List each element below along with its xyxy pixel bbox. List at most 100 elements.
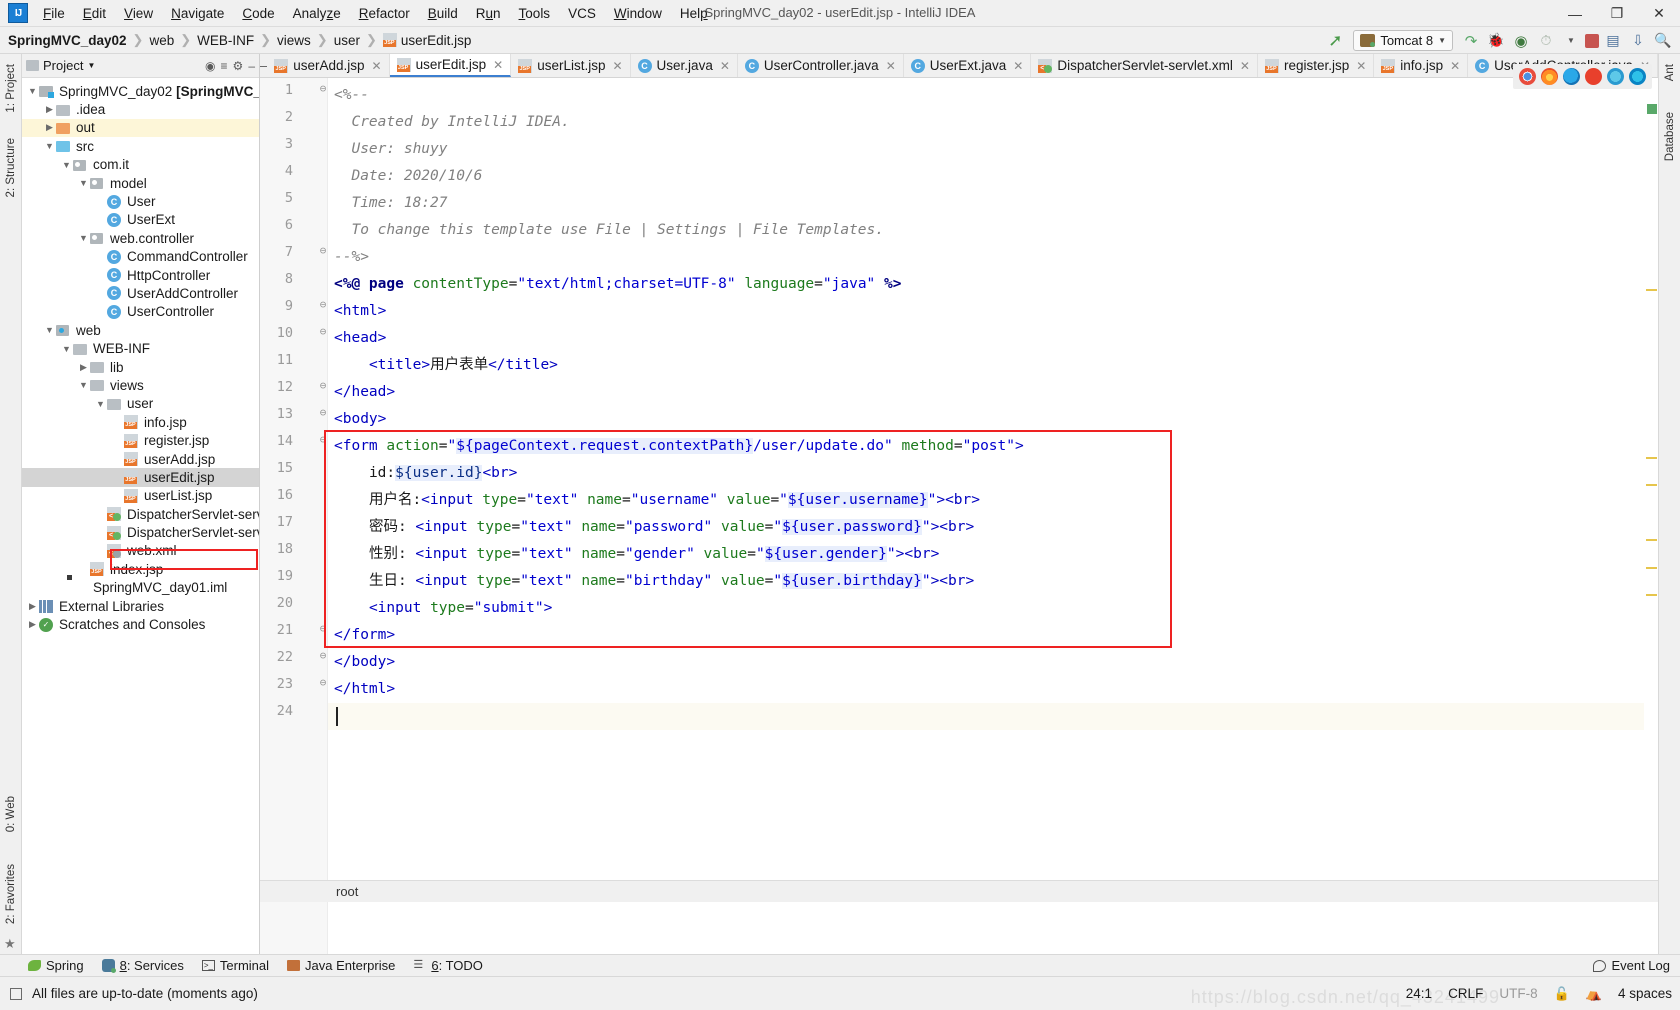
close-button[interactable]: ✕ (1638, 0, 1680, 27)
menu-file[interactable]: File (34, 3, 74, 24)
firefox-icon[interactable] (1541, 68, 1558, 85)
ie-icon[interactable] (1607, 68, 1624, 85)
tree-node-src[interactable]: ▼ src (22, 137, 259, 155)
chevron-down-icon[interactable]: ▼ (60, 344, 73, 354)
editor-tab-info-jsp[interactable]: info.jsp ✕ (1374, 54, 1469, 77)
tree-node-dispatcherservlet-servlet-xm[interactable]: DispatcherServlet-servlet.xm (22, 505, 259, 523)
indent-setting[interactable]: 4 spaces (1618, 986, 1672, 1001)
tool-button-spring[interactable]: Spring (28, 958, 84, 973)
close-icon[interactable]: ✕ (372, 59, 382, 73)
inspections-ok-icon[interactable] (1647, 104, 1657, 114)
editor-tab-userlist-jsp[interactable]: userList.jsp ✕ (511, 54, 631, 77)
tree-node-httpcontroller[interactable]: C HttpController (22, 266, 259, 284)
editor-tab-dispatcherservlet-servlet-xml[interactable]: DispatcherServlet-servlet.xml ✕ (1031, 54, 1258, 77)
run-icon[interactable]: ↷ (1460, 30, 1482, 52)
file-encoding[interactable]: UTF-8 (1499, 986, 1537, 1001)
chevron-down-icon[interactable]: ▼ (26, 86, 39, 96)
tree-node-external-libraries[interactable]: ▶ External Libraries (22, 597, 259, 615)
editor-code-content[interactable]: <%-- Created by IntelliJ IDEA. User: shu… (328, 78, 1658, 956)
code-line[interactable]: Created by IntelliJ IDEA. (334, 109, 569, 136)
tree-node-idea[interactable]: ▶ .idea (22, 100, 259, 118)
menu-tools[interactable]: Tools (510, 3, 560, 24)
gear-icon[interactable]: ⚙ (233, 59, 244, 73)
tree-node-usercontroller[interactable]: C UserController (22, 303, 259, 321)
maximize-button[interactable]: ❐ (1596, 0, 1638, 27)
editor-tab-user-java[interactable]: C User.java ✕ (630, 54, 738, 77)
editor-tab-register-jsp[interactable]: register.jsp ✕ (1257, 54, 1375, 77)
breadcrumb-file[interactable]: userEdit.jsp (382, 33, 471, 48)
tree-node-lib[interactable]: ▶ lib (22, 358, 259, 376)
menu-analyze[interactable]: Analyze (284, 3, 350, 24)
tree-node-web[interactable]: ▼ web (22, 321, 259, 339)
close-icon[interactable]: ✕ (1356, 59, 1366, 73)
tree-node-dispatcherservlet-servlet1-xr[interactable]: DispatcherServlet-servlet1.xr (22, 523, 259, 541)
code-line[interactable]: <title>用户表单</title> (334, 352, 558, 379)
build-icon[interactable]: ➚ (1324, 30, 1346, 52)
tree-node-com-it[interactable]: ▼ com.it (22, 156, 259, 174)
chevron-down-icon[interactable]: ▼ (77, 178, 90, 188)
chevron-down-icon[interactable]: ▼ (94, 399, 107, 409)
close-icon[interactable]: ✕ (1013, 59, 1023, 73)
chevron-down-icon[interactable]: ▼ (60, 160, 73, 170)
menu-navigate[interactable]: Navigate (162, 3, 233, 24)
caret-position[interactable]: 24:1 (1406, 986, 1432, 1001)
tree-node-scratches-and-consoles[interactable]: ▶ ✓ Scratches and Consoles (22, 615, 259, 633)
close-icon[interactable]: ✕ (493, 58, 503, 72)
tree-node-model[interactable]: ▼ model (22, 174, 259, 192)
tool-button-web[interactable]: 0: Web (3, 790, 19, 838)
code-line[interactable]: </head> (334, 379, 395, 406)
chevron-right-icon[interactable]: ▶ (26, 601, 39, 612)
code-line[interactable]: 性别: <input type="text" name="gender" val… (334, 541, 939, 568)
update-icon[interactable]: ⇩ (1627, 30, 1649, 52)
lock-icon[interactable]: 🔓 (1554, 986, 1570, 1002)
breadcrumb-views[interactable]: views (277, 33, 311, 48)
tree-node-user[interactable]: ▼ user (22, 395, 259, 413)
editor-tab-useredit-jsp[interactable]: userEdit.jsp ✕ (389, 54, 512, 77)
project-tree[interactable]: ▼SpringMVC_day02 [SpringMVC_day0▶.idea▶o… (22, 78, 259, 931)
edge-icon[interactable] (1629, 68, 1646, 85)
code-line[interactable]: </html> (334, 676, 395, 703)
chevron-right-icon[interactable]: ▶ (43, 104, 56, 115)
code-fold-icon[interactable]: ⊖ (318, 325, 328, 338)
chevron-right-icon[interactable]: ▶ (43, 122, 56, 133)
menu-view[interactable]: View (115, 3, 162, 24)
tree-node-springmvc-day02-springmvc-day0[interactable]: ▼ SpringMVC_day02 [SpringMVC_day0 (22, 82, 259, 100)
layout-icon[interactable]: ▤ (1602, 30, 1624, 52)
menu-help[interactable]: Help (671, 3, 717, 24)
hector-icon[interactable]: ⛺ (1586, 986, 1602, 1002)
code-line[interactable]: <html> (334, 298, 386, 325)
code-line[interactable]: --%> (334, 244, 369, 271)
collapse-all-icon[interactable]: ≡ (221, 59, 228, 73)
code-line[interactable]: id:${user.id}<br> (334, 460, 517, 487)
opera-icon[interactable] (1585, 68, 1602, 85)
close-icon[interactable]: ✕ (720, 59, 730, 73)
chevron-down-icon[interactable]: ▼ (77, 380, 90, 390)
code-line[interactable]: </form> (334, 622, 395, 649)
menu-edit[interactable]: Edit (74, 3, 115, 24)
hide-icon[interactable]: – (248, 59, 255, 73)
tool-button-structure[interactable]: 2: Structure (3, 132, 19, 203)
code-line[interactable]: Time: 18:27 (334, 190, 447, 217)
tree-node-commandcontroller[interactable]: C CommandController (22, 248, 259, 266)
code-fold-icon[interactable]: ⊖ (318, 82, 328, 95)
menu-vcs[interactable]: VCS (559, 3, 605, 24)
editor-tab-usercontroller-java[interactable]: C UserController.java ✕ (737, 54, 904, 77)
tree-node-web-inf[interactable]: ▼ WEB-INF (22, 339, 259, 357)
code-line[interactable]: <input type="submit"> (334, 595, 552, 622)
code-fold-icon[interactable]: ⊖ (318, 298, 328, 311)
chevron-right-icon[interactable]: ▶ (77, 362, 90, 373)
tree-node-web-controller[interactable]: ▼ web.controller (22, 229, 259, 247)
tool-button-database[interactable]: Database (1662, 106, 1678, 167)
editor-markers-strip[interactable] (1644, 102, 1658, 980)
stop-icon[interactable] (1585, 33, 1599, 48)
code-line[interactable]: <%@ page contentType="text/html;charset=… (334, 271, 902, 298)
editor-tab-useradd-jsp[interactable]: userAdd.jsp ✕ (267, 54, 390, 77)
code-fold-icon[interactable]: ⊖ (318, 649, 328, 662)
editor-gutter[interactable]: 1 2 3 4 5 6 7 8 9 10 11 12 13 14 15 16 17 18 19 20 21 22 23 24 ⊖… (260, 78, 328, 956)
code-line[interactable]: User: shuyy (334, 136, 447, 163)
code-editor[interactable]: 1 2 3 4 5 6 7 8 9 10 11 12 13 14 15 16 17 18 19 20 21 22 23 24 ⊖… (260, 78, 1658, 980)
tabs-collapse-icon[interactable]: – (260, 54, 267, 77)
chevron-down-icon[interactable]: ▼ (77, 233, 90, 243)
menu-code[interactable]: Code (233, 3, 283, 24)
target-icon[interactable]: ◉ (205, 59, 215, 73)
